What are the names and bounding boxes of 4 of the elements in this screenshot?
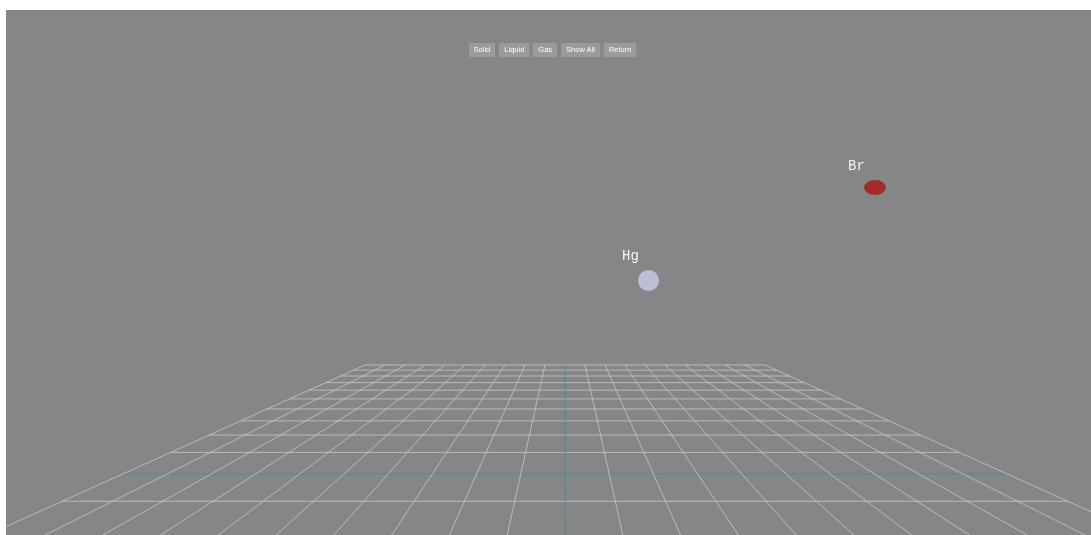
element-label: Hg: [622, 248, 639, 264]
element-label: Br: [848, 158, 865, 174]
element-sphere[interactable]: [638, 270, 659, 291]
element-sphere[interactable]: [864, 180, 886, 195]
